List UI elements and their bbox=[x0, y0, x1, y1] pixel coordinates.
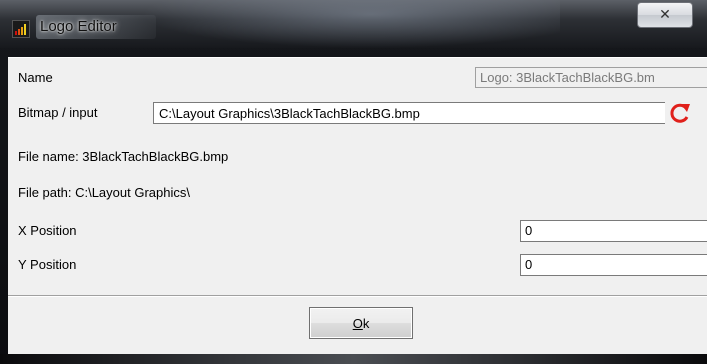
ok-button[interactable]: Ok bbox=[309, 307, 413, 339]
y-position-input[interactable]: 0 bbox=[520, 254, 707, 276]
close-icon: ✕ bbox=[659, 6, 671, 22]
name-label: Name bbox=[18, 70, 53, 85]
bitmap-input-label: Bitmap / input bbox=[18, 105, 98, 120]
ok-mnemonic: O bbox=[352, 316, 363, 331]
file-name-text: File name: 3BlackTachBlackBG.bmp bbox=[18, 149, 229, 164]
bitmap-input-value: C:\Layout Graphics\3BlackTachBlackBG.bmp bbox=[159, 106, 420, 121]
y-position-label: Y Position bbox=[18, 257, 77, 272]
refresh-button[interactable] bbox=[665, 100, 695, 126]
refresh-icon bbox=[670, 103, 690, 123]
title-bar-glow bbox=[140, 0, 560, 48]
close-button[interactable]: ✕ bbox=[637, 2, 693, 28]
ok-button-label: Ok bbox=[310, 316, 412, 331]
x-position-label: X Position bbox=[18, 223, 77, 238]
bitmap-input-combobox[interactable]: C:\Layout Graphics\3BlackTachBlackBG.bmp bbox=[153, 102, 689, 124]
window-bottom-frame bbox=[0, 354, 707, 364]
button-divider bbox=[8, 295, 707, 297]
x-position-input[interactable]: 0 bbox=[520, 220, 707, 242]
window-title: Logo Editor bbox=[40, 18, 117, 35]
dialog-client-area: Name Logo: 3BlackTachBlackBG.bm Bitmap /… bbox=[8, 57, 707, 355]
title-bar[interactable]: Logo Editor ✕ bbox=[0, 0, 707, 48]
logo-editor-window: Logo Editor ✕ Name Logo: 3BlackTachBlack… bbox=[0, 0, 707, 364]
file-path-text: File path: C:\Layout Graphics\ bbox=[18, 185, 190, 200]
name-field: Logo: 3BlackTachBlackBG.bm bbox=[475, 67, 707, 88]
ok-label-rest: k bbox=[362, 316, 370, 331]
bar-chart-icon[interactable] bbox=[12, 20, 30, 38]
